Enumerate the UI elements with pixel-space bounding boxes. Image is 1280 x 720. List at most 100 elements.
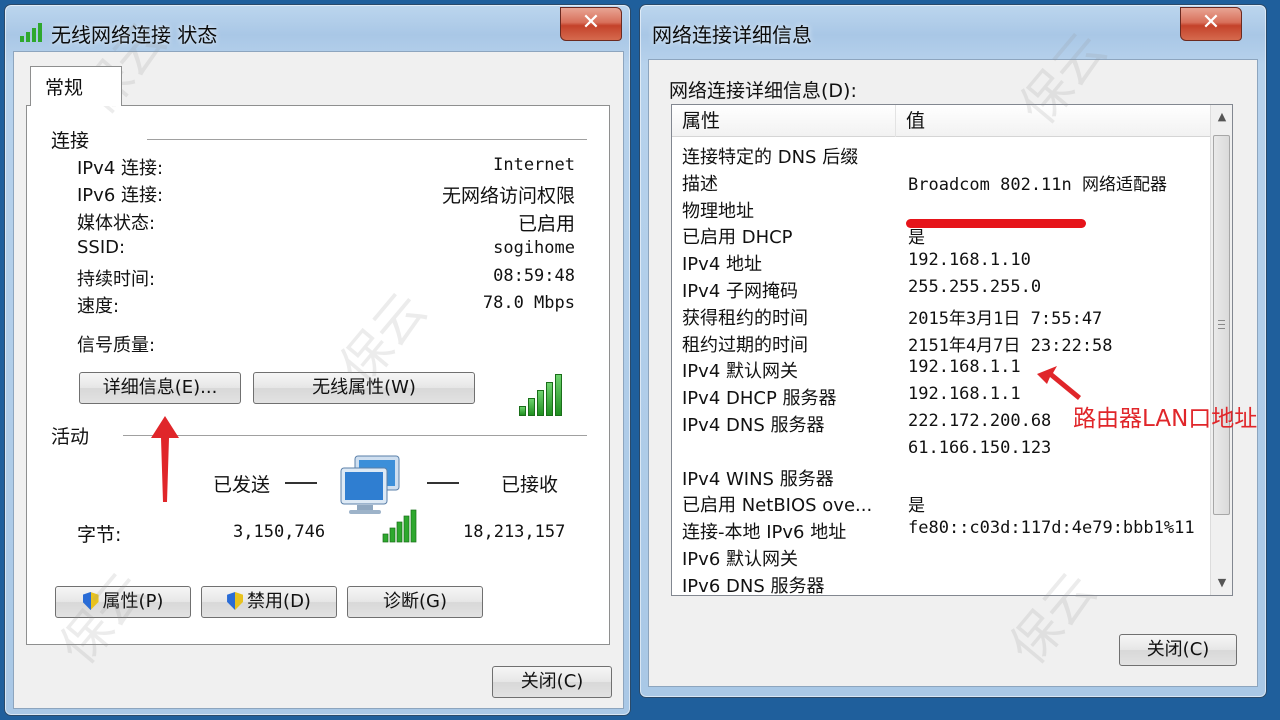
ssid-value: sogihome (493, 238, 575, 258)
details-row-property: IPv4 WINS 服务器 (682, 468, 834, 490)
thumb-grip (1218, 320, 1225, 321)
details-row-property: IPv4 DHCP 服务器 (682, 388, 837, 410)
details-caption: 网络连接详细信息(D): (669, 80, 857, 102)
bytes-received-value: 18,213,157 (463, 522, 566, 542)
title-bar[interactable]: 网络连接详细信息 ✕ (640, 5, 1266, 57)
details-row[interactable]: 已启用 NetBIOS ove... 是 (672, 489, 1210, 516)
details-row-property: IPv6 DNS 服务器 (682, 575, 825, 597)
details-row-property: IPv4 默认网关 (682, 361, 798, 383)
uac-shield-icon (82, 592, 99, 610)
details-row-value: 61.166.150.123 (908, 437, 1052, 458)
details-row[interactable]: 租约过期的时间 2151年4月7日 23:22:58 (672, 329, 1210, 356)
details-row-property: 描述 (682, 173, 718, 195)
details-row[interactable]: 描述 Broadcom 802.11n 网络适配器 (672, 168, 1210, 195)
details-row-value: 192.168.1.1 (908, 384, 1021, 405)
details-row[interactable]: 连接-本地 IPv6 地址 fe80::c03d:117d:4e79:bbb1%1… (672, 516, 1210, 543)
sent-label: 已发送 (213, 474, 271, 496)
sent-line (285, 482, 317, 484)
properties-button-label: 属性(P) (102, 591, 164, 612)
details-row[interactable]: IPv4 子网掩码 255.255.255.0 (672, 275, 1210, 302)
scroll-up-arrow[interactable]: ▲ (1214, 109, 1230, 125)
duration-value: 08:59:48 (493, 266, 575, 286)
ipv6-connectivity-value: 无网络访问权限 (441, 185, 575, 207)
tab-general[interactable]: 常规 (30, 66, 122, 106)
scroll-down-arrow[interactable]: ▼ (1214, 575, 1230, 591)
ipv6-connectivity-label: IPv6 连接: (77, 185, 164, 206)
close-window-button[interactable]: ✕ (560, 7, 622, 41)
details-row-property: IPv4 地址 (682, 254, 762, 276)
general-tab-panel: 连接 IPv4 连接: Internet IPv6 连接: 无网络访问权限 媒体… (26, 105, 610, 645)
wireless-signal-icon (20, 23, 42, 42)
details-row-property: IPv6 默认网关 (682, 549, 798, 570)
scroll-thumb[interactable] (1213, 135, 1230, 515)
uac-shield-icon (227, 592, 244, 610)
column-header-property[interactable]: 属性 (672, 105, 896, 137)
details-row[interactable]: IPv6 DNS 服务器 (672, 570, 1210, 597)
ipv4-connectivity-label: IPv4 连接: (77, 158, 164, 179)
details-button[interactable]: 详细信息(E)... (79, 372, 241, 404)
details-row-value: 222.172.200.68 (908, 411, 1052, 431)
details-row-value: 192.168.1.10 (908, 250, 1031, 271)
details-row-value: Broadcom 802.11n 网络适配器 (908, 174, 1167, 195)
details-row[interactable]: 61.166.150.123 (672, 436, 1210, 463)
details-row-property: 物理地址 (682, 200, 754, 222)
details-row-property: 连接特定的 DNS 后缀 (682, 147, 859, 168)
disable-button-label: 禁用(D) (247, 591, 311, 612)
media-state-label: 媒体状态: (77, 213, 156, 234)
details-row-value: fe80::c03d:117d:4e79:bbb1%11 (908, 518, 1195, 539)
list-header: 属性 值 (672, 105, 1210, 137)
details-row[interactable]: IPv4 地址 192.168.1.10 (672, 248, 1210, 275)
disable-button[interactable]: 禁用(D) (201, 586, 337, 618)
details-row[interactable]: 获得租约的时间 2015年3月1日 7:55:47 (672, 302, 1210, 329)
received-label: 已接收 (501, 474, 559, 496)
bytes-label: 字节: (77, 524, 122, 546)
thumb-grip (1218, 324, 1225, 325)
close-window-button[interactable]: ✕ (1180, 7, 1242, 41)
wireless-properties-button[interactable]: 无线属性(W) (253, 372, 475, 404)
details-row[interactable]: 连接特定的 DNS 后缀 (672, 141, 1210, 168)
dialog-body: 常规 连接 IPv4 连接: Internet IPv6 连接: 无网络访问权限… (13, 51, 624, 709)
speed-label: 速度: (77, 296, 120, 317)
media-state-value: 已启用 (517, 213, 575, 235)
network-computers-icon (340, 455, 417, 543)
ipv4-connectivity-value: Internet (493, 155, 575, 175)
details-row-value: 2151年4月7日 23:22:58 (908, 335, 1113, 356)
close-button[interactable]: 关闭(C) (492, 666, 612, 698)
red-arrow-left-annotation (1037, 366, 1081, 400)
red-arrow-up-annotation (151, 416, 179, 502)
window-title: 网络连接详细信息 (652, 23, 812, 47)
activity-section-label: 活动 (51, 426, 90, 448)
wireless-status-window: 无线网络连接 状态 ✕ 常规 连接 IPv4 连接: Internet IPv6… (4, 4, 631, 716)
section-divider (123, 435, 587, 436)
details-list[interactable]: 属性 值 连接特定的 DNS 后缀 描述 Broadcom 802.11n 网络适配… (671, 104, 1233, 597)
details-row-property: 连接-本地 IPv6 地址 (682, 522, 847, 544)
column-header-value[interactable]: 值 (898, 105, 925, 137)
properties-button[interactable]: 属性(P) (55, 586, 191, 618)
redaction-mark (906, 219, 1086, 228)
window-title: 无线网络连接 状态 (51, 23, 218, 47)
thumb-grip (1218, 328, 1225, 329)
bytes-sent-value: 3,150,746 (233, 522, 326, 542)
network-details-window: 网络连接详细信息 ✕ 网络连接详细信息(D): 属性 值 连接特定的 DNS 后… (639, 4, 1267, 698)
title-bar[interactable]: 无线网络连接 状态 ✕ (5, 5, 630, 57)
details-row-value: 2015年3月1日 7:55:47 (908, 308, 1103, 329)
connection-section-label: 连接 (51, 130, 90, 152)
section-divider (147, 139, 587, 140)
diagnose-button[interactable]: 诊断(G) (347, 586, 483, 618)
details-row-value: 192.168.1.1 (908, 357, 1021, 378)
close-button[interactable]: 关闭(C) (1119, 634, 1237, 666)
details-row-property: 租约过期的时间 (682, 334, 808, 356)
ssid-label: SSID: (77, 237, 126, 258)
router-lan-annotation: 路由器LAN口地址 (1073, 406, 1258, 432)
details-row[interactable]: IPv4 WINS 服务器 (672, 463, 1210, 490)
details-row[interactable]: IPv6 默认网关 (672, 543, 1210, 570)
speed-value: 78.0 Mbps (482, 293, 575, 313)
details-row[interactable]: IPv4 默认网关 192.168.1.1 (672, 355, 1210, 382)
details-row-property: 获得租约的时间 (682, 307, 808, 329)
details-row[interactable]: 物理地址 (672, 195, 1210, 222)
details-row-property: IPv4 子网掩码 (682, 281, 798, 302)
details-row-property: 已启用 DHCP (682, 227, 793, 249)
details-row-value: 255.255.255.0 (908, 277, 1042, 297)
vertical-scrollbar[interactable]: ▲ ▼ (1210, 105, 1232, 595)
details-row-property: IPv4 DNS 服务器 (682, 415, 825, 436)
